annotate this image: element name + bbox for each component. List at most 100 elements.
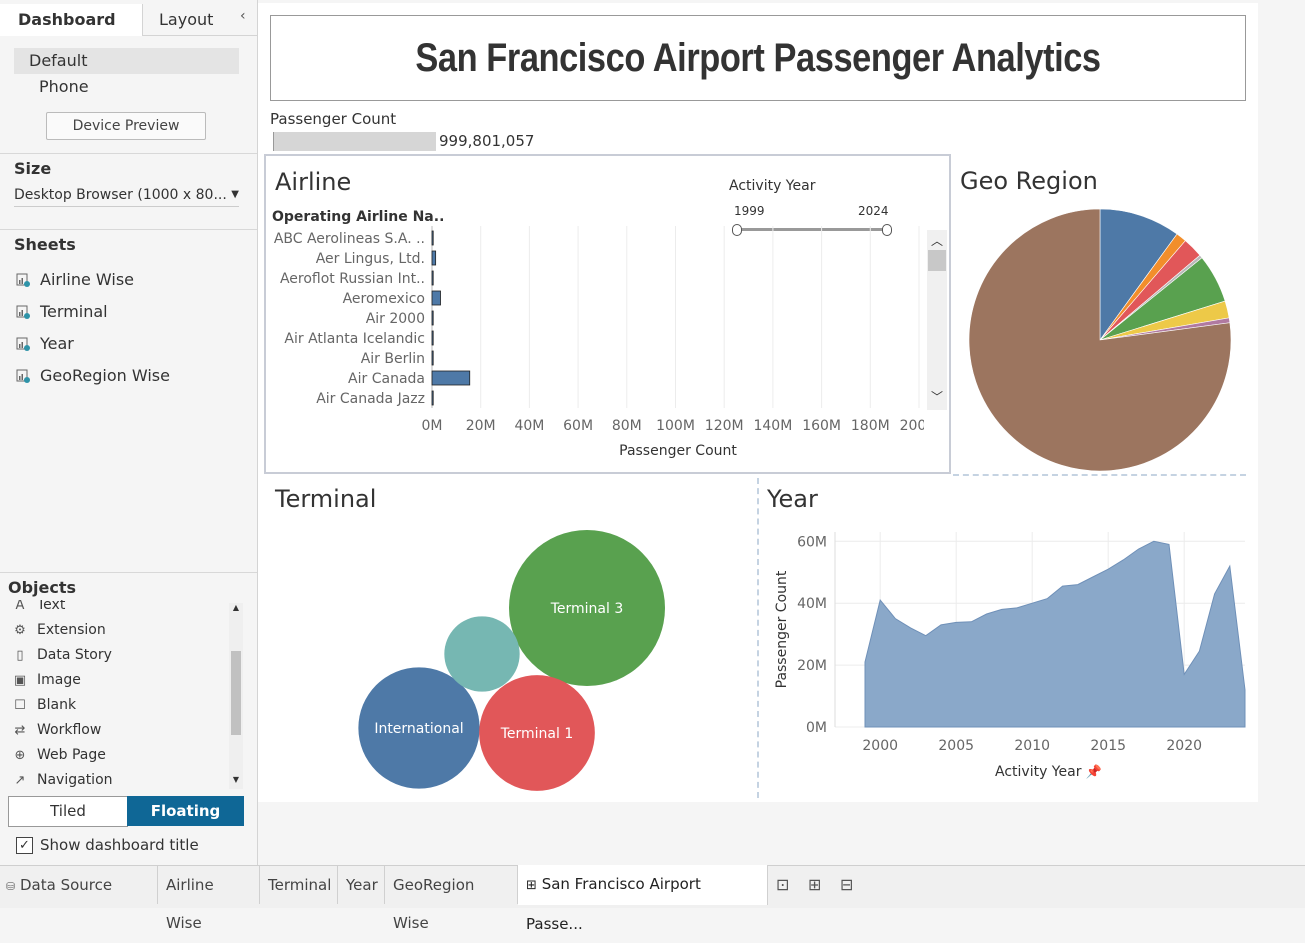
show-title-label: Show dashboard title (40, 836, 199, 854)
new-worksheet-icon[interactable]: ⊡ (776, 875, 789, 894)
x-tick-label: 2005 (938, 738, 974, 754)
object-item-workflow[interactable]: ⇄ Workflow (12, 719, 102, 741)
year-x-axis-title: Activity Year 📌 (995, 764, 1102, 780)
x-tick-label: 0M (422, 418, 443, 434)
airline-bar[interactable] (431, 270, 434, 286)
size-select[interactable]: Desktop Browser (1000 x 80... ▼ (14, 184, 239, 207)
sheet-item-year[interactable]: Year (16, 332, 74, 356)
y-tick-label: 20M (797, 658, 827, 674)
airline-bar[interactable] (431, 330, 434, 346)
objects-list: A Text ⚙ Extension ▯ Data Story ▣ Image ☐ Bla… (0, 600, 245, 790)
device-default-row[interactable]: Default (14, 48, 239, 74)
scroll-down-icon[interactable]: ﹀ (927, 388, 947, 405)
new-dashboard-icon[interactable]: ⊞ (808, 875, 821, 894)
object-item-blank[interactable]: ☐ Blank (12, 694, 76, 716)
geo-chart-title: Geo Region (960, 167, 1098, 195)
scroll-up-icon[interactable]: ▲ (229, 603, 243, 612)
x-tick-label: 60M (563, 418, 593, 434)
year-y-axis-title: Passenger Count (774, 570, 790, 688)
airline-category-label: Air Canada Jazz (316, 391, 425, 407)
object-item-label: Text (37, 600, 66, 613)
floating-button[interactable]: Floating (127, 796, 244, 826)
scroll-down-icon[interactable]: ▼ (229, 775, 243, 784)
object-item-web-page[interactable]: ⊕ Web Page (12, 744, 106, 766)
size-select-value: Desktop Browser (1000 x 80... (14, 187, 227, 203)
x-tick-label: 2020 (1166, 738, 1202, 754)
pin-icon[interactable]: 📌 (1086, 765, 1102, 780)
sheet-item-georegion-wise[interactable]: GeoRegion Wise (16, 364, 170, 388)
object-item-text[interactable]: A Text (12, 600, 66, 616)
scroll-up-icon[interactable]: ︿ (927, 232, 947, 249)
collapse-panel-icon[interactable]: ‹ (240, 8, 246, 24)
image-icon: ▣ (13, 673, 27, 688)
airline-scrollbar[interactable]: ︿ ﹀ (927, 230, 947, 410)
airline-category-label: Aer Lingus, Ltd. (316, 251, 425, 267)
y-tick-label: 0M (806, 720, 827, 736)
dashboard-side-panel: Dashboard Layout ‹ Default Phone Device … (0, 0, 258, 865)
airline-bar[interactable] (431, 370, 471, 386)
tab-label: Data Source (20, 876, 113, 894)
tiled-button[interactable]: Tiled (8, 796, 128, 827)
airline-bar[interactable] (431, 250, 437, 266)
airline-category-label: Air 2000 (366, 311, 425, 327)
show-title-checkbox[interactable]: ✓ (16, 837, 33, 854)
tab-data-source[interactable]: ⛁ Data Source (0, 866, 158, 904)
object-item-label: Navigation (37, 772, 113, 788)
tab-dashboard-label: Dashboard (18, 10, 116, 29)
object-item-label: Extension (37, 622, 106, 638)
y-tick-label: 40M (797, 596, 827, 612)
object-item-extension[interactable]: ⚙ Extension (12, 619, 106, 641)
kpi-bar (273, 132, 436, 151)
device-preview-label: Device Preview (72, 118, 180, 134)
tab-year[interactable]: Year (338, 866, 385, 904)
airline-bar[interactable] (431, 350, 434, 366)
airline-category-label: Air Canada (348, 371, 425, 387)
airline-category-label: Aeromexico (343, 291, 425, 307)
x-tick-label: 180M (851, 418, 890, 434)
tab-dashboard-active[interactable]: ⊞ San Francisco Airport Passe... (518, 865, 768, 933)
tab-georegion-wise[interactable]: GeoRegion Wise (385, 866, 518, 932)
tab-dashboard[interactable]: Dashboard (0, 4, 142, 36)
airline-bar[interactable] (431, 230, 434, 246)
airline-category-label: Air Atlanta Icelandic (284, 331, 425, 347)
tab-terminal[interactable]: Terminal (260, 866, 338, 904)
sheet-item-airline-wise[interactable]: Airline Wise (16, 268, 134, 292)
divider (0, 229, 257, 230)
device-default-label: Default (29, 51, 88, 70)
dashboard-title-box[interactable]: San Francisco Airport Passenger Analytic… (270, 15, 1246, 101)
airline-bar[interactable] (431, 290, 441, 306)
panel-divider (757, 478, 759, 798)
object-item-navigation[interactable]: ↗ Navigation (12, 769, 113, 790)
device-preview-button[interactable]: Device Preview (46, 112, 206, 140)
tab-airline-wise[interactable]: Airline Wise (158, 866, 260, 932)
sheet-item-terminal[interactable]: Terminal (16, 300, 108, 324)
text-icon: A (15, 600, 25, 613)
year-area[interactable] (864, 540, 1246, 728)
object-item-label: Workflow (37, 722, 102, 738)
x-tick-label: 200M (900, 418, 924, 434)
year-chart-title: Year (767, 485, 818, 513)
x-tick-label: 2010 (1014, 738, 1050, 754)
worksheet-icon (16, 302, 30, 319)
new-story-icon[interactable]: ⊟ (840, 875, 853, 894)
scrollbar-thumb[interactable] (231, 651, 241, 735)
tab-label: Terminal (268, 876, 332, 894)
terminal-bubble[interactable] (444, 616, 520, 692)
objects-scrollbar[interactable]: ▲ ▼ (229, 603, 243, 789)
scrollbar-thumb[interactable] (928, 250, 946, 271)
object-item-data-story[interactable]: ▯ Data Story (12, 644, 111, 666)
object-item-image[interactable]: ▣ Image (12, 669, 81, 691)
x-tick-label: 100M (656, 418, 695, 434)
panel-divider (953, 474, 1246, 476)
device-phone-row[interactable]: Phone (39, 77, 89, 96)
airline-bar[interactable] (431, 390, 434, 406)
tab-label: Airline Wise (166, 876, 214, 932)
airline-bar[interactable] (431, 310, 434, 326)
airline-category-label: Aeroflot Russian Int.. (280, 271, 425, 287)
x-tick-label: 20M (466, 418, 496, 434)
tab-label: GeoRegion Wise (393, 876, 475, 932)
airline-category-label: Air Berlin (361, 351, 425, 367)
tab-layout-label: Layout (159, 10, 214, 29)
year-area-chart: 0M 20M 40M 60M 2000 2005 2010 2015 2020 Passenger… (774, 532, 1246, 754)
dashboard-title: San Francisco Airport Passenger Analytic… (415, 36, 1101, 80)
